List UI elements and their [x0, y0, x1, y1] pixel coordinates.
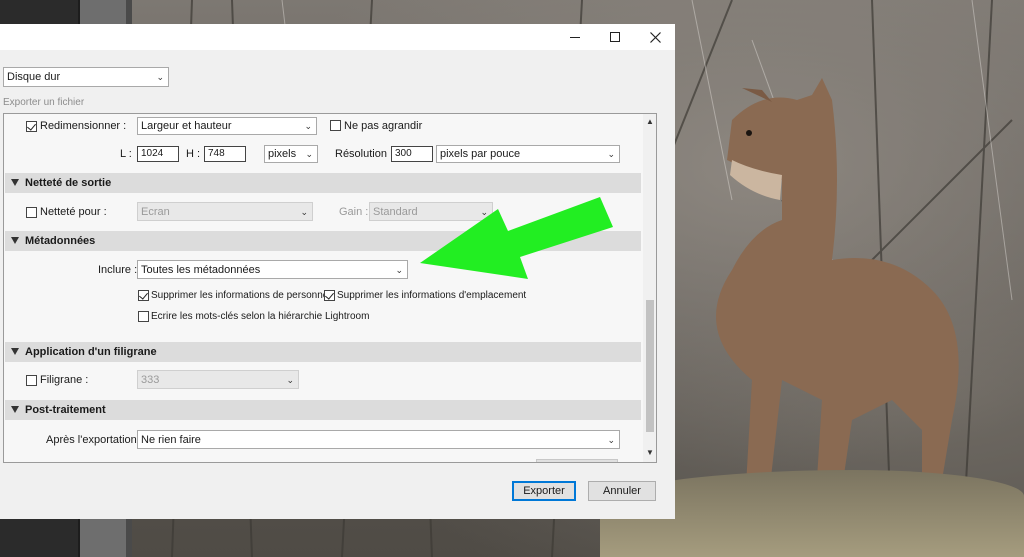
watermark-header[interactable]: Application d'un filigrane — [5, 342, 641, 362]
collapse-triangle-icon — [11, 179, 19, 186]
after-export-label: Après l'exportation : — [46, 434, 143, 446]
chevron-down-icon: ⌄ — [305, 149, 313, 159]
height-label: H : — [186, 148, 201, 160]
title-bar — [0, 24, 675, 50]
scroll-down-icon[interactable]: ▼ — [646, 448, 654, 457]
collapse-triangle-icon — [11, 348, 19, 355]
watermark-label: Filigrane : — [40, 374, 89, 386]
sharpen-amount-value: Standard — [373, 206, 418, 218]
resize-checkbox[interactable] — [26, 121, 37, 132]
maximize-button[interactable] — [595, 24, 635, 50]
sharpening-header-label: Netteté de sortie — [25, 177, 112, 189]
sharpen-checkbox[interactable] — [26, 207, 37, 218]
resize-mode-select[interactable]: Largeur et hauteur ⌄ — [137, 117, 317, 135]
maximize-icon — [610, 32, 620, 42]
destination-select[interactable]: Disque dur ⌄ — [3, 67, 169, 87]
include-metadata-value: Toutes les métadonnées — [141, 264, 261, 276]
width-input[interactable]: 1024 — [137, 146, 179, 162]
sharpen-amount-label: Gain : — [339, 206, 369, 218]
close-icon — [649, 31, 661, 43]
sharpen-label: Netteté pour : — [40, 206, 107, 218]
sharpen-target-select[interactable]: Ecran ⌄ — [137, 202, 313, 221]
no-enlarge-checkbox[interactable] — [330, 120, 341, 131]
resolution-input[interactable]: 300 — [391, 146, 433, 162]
collapse-triangle-icon — [11, 237, 19, 244]
no-enlarge-label: Ne pas agrandir — [344, 120, 423, 132]
sharpen-target-value: Ecran — [141, 206, 170, 218]
include-label: Inclure : — [98, 264, 138, 276]
resolution-unit-select[interactable]: pixels par pouce ⌄ — [436, 145, 620, 163]
watermark-header-label: Application d'un filigrane — [25, 346, 157, 358]
panel-scrollbar[interactable]: ▲ ▼ — [643, 114, 656, 462]
post-processing-header[interactable]: Post-traitement — [5, 400, 641, 420]
scroll-up-icon[interactable]: ▲ — [646, 117, 654, 126]
metadata-header-label: Métadonnées — [25, 235, 96, 247]
keywords-hierarchy-checkbox[interactable] — [138, 311, 149, 322]
width-label: L : — [120, 148, 132, 160]
chevron-down-icon: ⌄ — [607, 149, 615, 159]
keywords-hierarchy-label: Ecrire les mots-clés selon la hiérarchie… — [151, 311, 370, 322]
export-label: Exporter un fichier — [3, 97, 85, 108]
height-input[interactable]: 748 — [204, 146, 246, 162]
destination-value: Disque dur — [7, 71, 61, 83]
resize-label: Redimensionner : — [40, 120, 127, 132]
after-export-select[interactable]: Ne rien faire ⌄ — [137, 430, 620, 449]
after-export-value: Ne rien faire — [141, 434, 201, 446]
watermark-checkbox[interactable] — [26, 375, 37, 386]
chevron-down-icon: ⌄ — [607, 435, 615, 445]
scroll-thumb[interactable] — [646, 300, 654, 432]
export-button[interactable]: Exporter — [512, 481, 576, 501]
chevron-down-icon: ⌄ — [395, 265, 403, 275]
settings-panel: Redimensionner : Largeur et hauteur ⌄ Ne… — [3, 113, 657, 463]
close-button[interactable] — [635, 24, 675, 50]
collapse-triangle-icon — [11, 406, 19, 413]
remove-location-label: Supprimer les informations d'emplacement — [337, 290, 527, 301]
chevron-down-icon: ⌄ — [300, 207, 308, 217]
unit-value: pixels — [268, 148, 297, 160]
unit-select[interactable]: pixels ⌄ — [264, 145, 318, 163]
minimize-button[interactable] — [555, 24, 595, 50]
chevron-down-icon: ⌄ — [156, 72, 164, 82]
sharpening-header[interactable]: Netteté de sortie — [5, 173, 641, 193]
partially-visible-control — [536, 459, 618, 462]
cancel-button[interactable]: Annuler — [588, 481, 656, 501]
remove-person-checkbox[interactable] — [138, 290, 149, 301]
watermark-value: 333 — [141, 374, 160, 386]
chevron-down-icon: ⌄ — [304, 121, 312, 131]
chevron-down-icon: ⌄ — [286, 375, 294, 385]
annotation-arrow-icon — [420, 197, 613, 279]
watermark-select[interactable]: 333 ⌄ — [137, 370, 299, 389]
remove-person-label: Supprimer les informations de personne — [151, 290, 329, 301]
minimize-icon — [570, 36, 580, 38]
remove-location-checkbox[interactable] — [324, 290, 335, 301]
post-processing-header-label: Post-traitement — [25, 404, 106, 416]
resolution-label: Résolution : — [335, 148, 394, 160]
resolution-unit-value: pixels par pouce — [440, 148, 521, 160]
include-metadata-select[interactable]: Toutes les métadonnées ⌄ — [137, 260, 408, 279]
resize-mode-value: Largeur et hauteur — [141, 120, 232, 132]
